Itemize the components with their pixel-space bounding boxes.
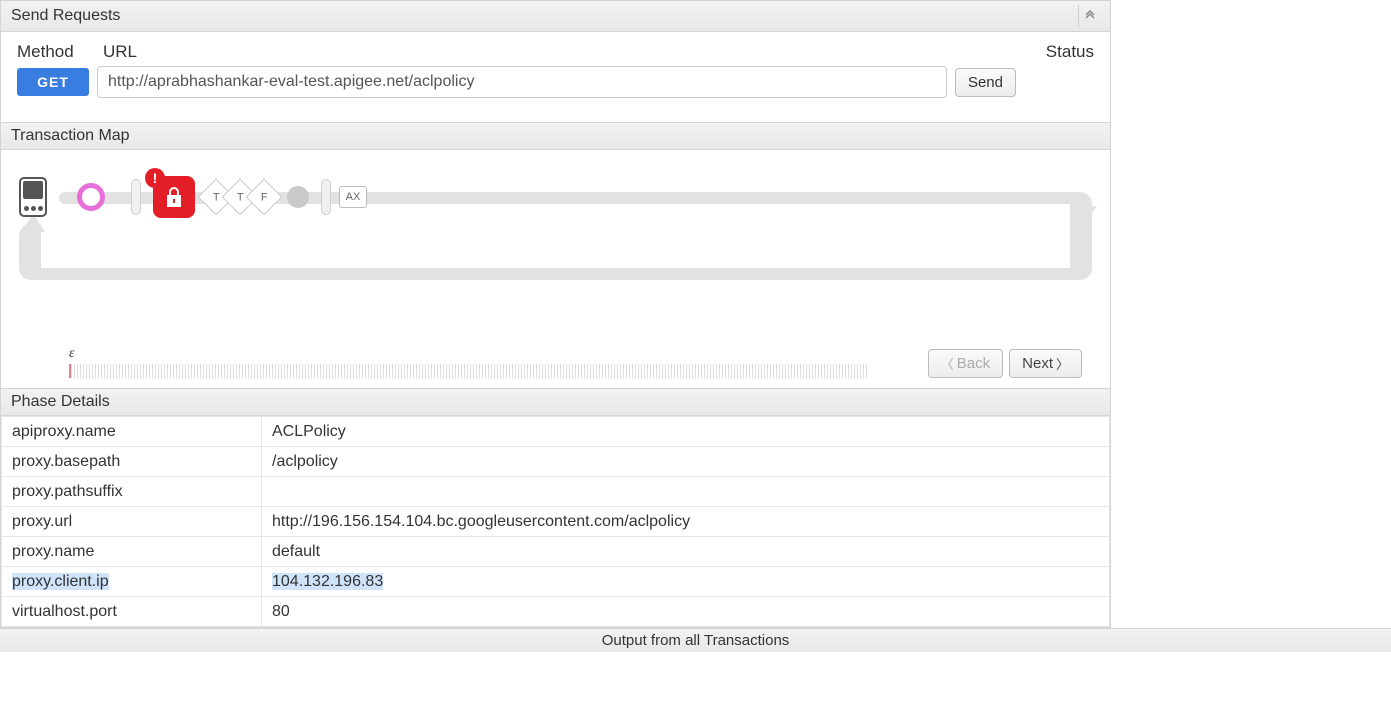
phase-details-header: Phase Details: [1, 388, 1110, 416]
phase-value: [262, 477, 1110, 507]
phase-value: http://196.156.154.104.bc.googleusercont…: [262, 507, 1110, 537]
acl-policy-icon[interactable]: !: [153, 176, 195, 218]
flow-separator-icon: [321, 179, 331, 215]
client-icon[interactable]: [19, 177, 47, 217]
phase-key: proxy.name: [2, 537, 262, 567]
table-row[interactable]: proxy.basepath/aclpolicy: [2, 447, 1110, 477]
table-row[interactable]: proxy.pathsuffix: [2, 477, 1110, 507]
url-label: URL: [103, 42, 1034, 62]
phase-value: /aclpolicy: [262, 447, 1110, 477]
chevron-right-icon: 〉: [1056, 354, 1069, 373]
timeline-ruler[interactable]: ε: [69, 346, 908, 378]
phase-key: proxy.pathsuffix: [2, 477, 262, 507]
transaction-map-header: Transaction Map: [1, 122, 1110, 150]
footer-bar[interactable]: Output from all Transactions: [0, 628, 1391, 652]
phase-key: proxy.client.ip: [2, 567, 262, 597]
phase-key: virtualhost.port: [2, 597, 262, 627]
table-row[interactable]: proxy.client.ip104.132.196.83: [2, 567, 1110, 597]
phase-value: 80: [262, 597, 1110, 627]
table-row[interactable]: proxy.namedefault: [2, 537, 1110, 567]
phase-value: ACLPolicy: [262, 417, 1110, 447]
phase-details-table: apiproxy.nameACLPolicyproxy.basepath/acl…: [1, 416, 1110, 627]
url-input[interactable]: [97, 66, 947, 98]
send-requests-header: Send Requests: [1, 0, 1110, 32]
send-requests-title: Send Requests: [11, 7, 120, 25]
error-badge-icon: !: [145, 168, 165, 188]
phase-details-title: Phase Details: [11, 393, 110, 411]
condition-diamond[interactable]: F: [246, 179, 283, 216]
method-button[interactable]: GET: [17, 68, 89, 96]
phase-key: proxy.url: [2, 507, 262, 537]
phase-value: default: [262, 537, 1110, 567]
transaction-map-title: Transaction Map: [11, 127, 130, 145]
status-label: Status: [1034, 42, 1094, 62]
transaction-map-body: ! T T F AX ε: [1, 150, 1110, 388]
table-row[interactable]: apiproxy.nameACLPolicy: [2, 417, 1110, 447]
table-row[interactable]: proxy.urlhttp://196.156.154.104.bc.googl…: [2, 507, 1110, 537]
phase-value: 104.132.196.83: [262, 567, 1110, 597]
step-circle-icon[interactable]: [287, 186, 309, 208]
flow-diagram: ! T T F AX: [19, 166, 1092, 306]
table-row[interactable]: virtualhost.port80: [2, 597, 1110, 627]
method-label: Method: [17, 42, 103, 62]
lock-icon: [164, 186, 184, 208]
phase-key: apiproxy.name: [2, 417, 262, 447]
collapse-icon[interactable]: [1078, 5, 1100, 27]
flow-separator-icon: [131, 179, 141, 215]
back-button[interactable]: 〈 Back: [928, 349, 1003, 378]
timeline-label: ε: [69, 346, 908, 362]
send-requests-body: Method URL Status GET Send: [1, 32, 1110, 122]
send-button[interactable]: Send: [955, 68, 1016, 97]
next-button[interactable]: Next 〉: [1009, 349, 1082, 378]
ax-box[interactable]: AX: [339, 186, 367, 208]
chevron-left-icon: 〈: [941, 354, 954, 373]
phase-key: proxy.basepath: [2, 447, 262, 477]
endpoint-ring-icon[interactable]: [77, 183, 105, 211]
